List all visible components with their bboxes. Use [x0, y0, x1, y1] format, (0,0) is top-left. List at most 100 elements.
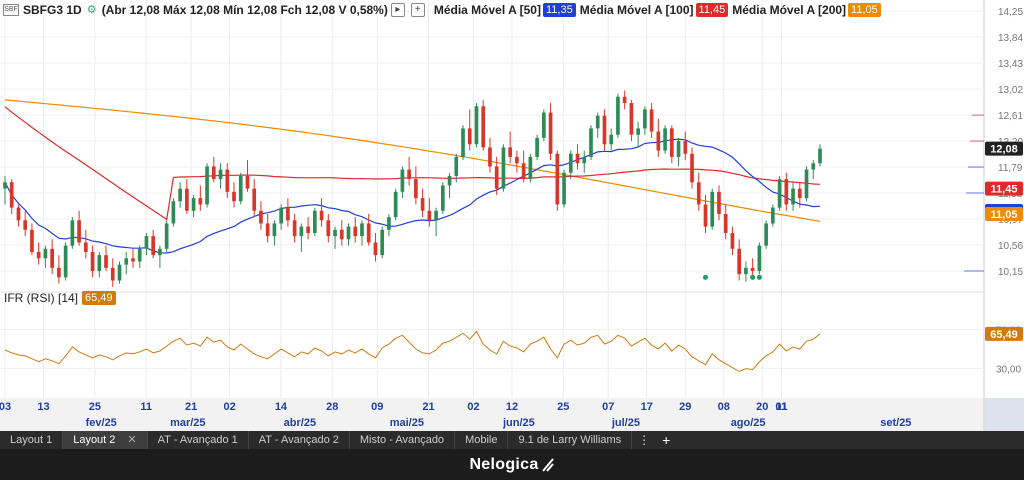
x-tick-label: 21	[422, 401, 434, 413]
tab-label: Mobile	[465, 434, 498, 446]
candle-body	[407, 169, 411, 180]
candle-body	[616, 96, 620, 135]
candle-body	[535, 137, 539, 157]
symbol-label[interactable]: SBFG3 1D	[23, 3, 82, 17]
candle-body	[191, 198, 196, 211]
candle-body	[777, 179, 782, 208]
x-tick-label: 20	[756, 401, 768, 413]
tab-layout-1[interactable]: Layout 1	[0, 431, 64, 449]
rsi-tick-label: 30,00	[996, 365, 1021, 376]
month-label: mai/25	[390, 417, 424, 429]
candle-body	[636, 128, 640, 135]
tab-layout-2[interactable]: Layout 2 ✕	[63, 431, 148, 449]
price-tick-label: 12,61	[998, 111, 1023, 122]
candle-body	[97, 255, 102, 271]
candle-body	[582, 156, 587, 164]
signal-marker	[702, 274, 708, 280]
price-tick-label: 13,84	[998, 33, 1023, 44]
chart-header: SBF SBFG3 1D ⚙ (Abr 12,08 Máx 12,08 Mín …	[0, 0, 980, 20]
month-label: jun/25	[502, 417, 535, 429]
x-tick-label: 09	[371, 401, 383, 413]
candle-body	[420, 198, 425, 211]
rsi-value-badge: 65,49	[82, 291, 116, 305]
settings-icon[interactable]: ⚙	[86, 4, 98, 16]
candle-body	[622, 96, 627, 104]
candle-body	[286, 207, 290, 221]
candle-body	[319, 210, 324, 221]
x-tick-label: 25	[557, 401, 569, 413]
candle-body	[333, 229, 337, 237]
tab-at-avancado-2[interactable]: AT - Avançado 2	[249, 431, 350, 449]
x-tick-label: 25	[89, 401, 101, 413]
current-price-badge: 12,08	[990, 144, 1018, 156]
candle-body	[30, 229, 34, 252]
rsi-label[interactable]: IFR (RSI) [14]	[4, 291, 78, 305]
tab-label: AT - Avançado 1	[157, 434, 238, 446]
candle-body	[279, 207, 283, 224]
candle-body	[797, 188, 802, 199]
collapse-icon[interactable]: ▸	[390, 3, 405, 17]
month-label: mar/25	[170, 417, 205, 429]
month-label: abr/25	[284, 417, 316, 429]
close-tab-icon[interactable]: ✕	[127, 434, 136, 446]
candle-body	[440, 185, 445, 211]
tab-label: Layout 1	[10, 434, 53, 446]
candle-body	[245, 175, 250, 189]
candle-body	[205, 166, 209, 205]
add-tab-icon[interactable]: +	[662, 432, 670, 448]
candle-body	[542, 112, 546, 138]
tab-at-avancado-1[interactable]: AT - Avançado 1	[148, 431, 249, 449]
candle-body	[414, 179, 418, 199]
candle-body	[521, 163, 526, 180]
candle-body	[50, 248, 54, 268]
candle-body	[131, 258, 135, 262]
tab-label: Misto - Avançado	[359, 434, 445, 446]
candle-body	[723, 213, 728, 233]
candle-body	[730, 232, 735, 249]
candle-body	[292, 220, 297, 237]
candle-body	[427, 210, 432, 221]
candle-body	[771, 207, 775, 224]
ma200-label[interactable]: Média Móvel A [200]	[732, 3, 846, 17]
x-tick-label: 28	[326, 401, 338, 413]
candle-body	[589, 128, 593, 157]
candle-body	[117, 264, 122, 281]
candle-body	[548, 112, 553, 154]
ohlc-readout: (Abr 12,08 Máx 12,08 Mín 12,08 Fch 12,08…	[101, 3, 388, 17]
candle-body	[609, 134, 614, 145]
tab-mobile[interactable]: Mobile	[455, 431, 509, 449]
candle-body	[461, 128, 465, 157]
ma100-label[interactable]: Média Móvel A [100]	[580, 3, 694, 17]
candle-body	[690, 153, 694, 183]
candle-body	[750, 267, 755, 271]
rsi-line	[4, 330, 821, 373]
candle-body	[83, 242, 88, 252]
candle-body	[43, 248, 48, 259]
candle-body	[77, 220, 81, 243]
x-tick-label: 12	[506, 401, 518, 413]
candle-body	[744, 267, 748, 275]
candle-body	[791, 188, 795, 205]
price-chart[interactable]: 03 13 25 11 21 02 14 28 09 21 02 12 25 07 17 29 08 20 0111…	[0, 0, 1024, 431]
candle-body	[703, 204, 708, 227]
candle-body	[373, 242, 378, 256]
more-options-icon[interactable]: ⋮	[638, 433, 650, 447]
price-tick-label: 13,43	[998, 59, 1023, 70]
ma50-label[interactable]: Média Móvel A [50]	[434, 3, 541, 17]
footer-brand: Nelogica	[0, 449, 1024, 480]
candle-body	[602, 115, 607, 145]
add-icon[interactable]: +	[410, 3, 425, 17]
candle-body	[9, 182, 14, 208]
candle-body	[764, 223, 768, 246]
tab-larry-williams[interactable]: 9.1 de Larry Williams	[508, 431, 633, 449]
candle-body	[90, 251, 95, 271]
candle-body	[151, 236, 156, 256]
tab-misto-avancado[interactable]: Misto - Avançado	[350, 431, 456, 449]
x-tick-label: 02	[223, 401, 235, 413]
axis-corner	[985, 398, 1024, 431]
x-tick-label: 08	[718, 401, 730, 413]
signal-marker	[750, 274, 756, 280]
candle-body	[232, 191, 236, 202]
candle-body	[447, 175, 452, 186]
candle-body	[144, 236, 149, 249]
